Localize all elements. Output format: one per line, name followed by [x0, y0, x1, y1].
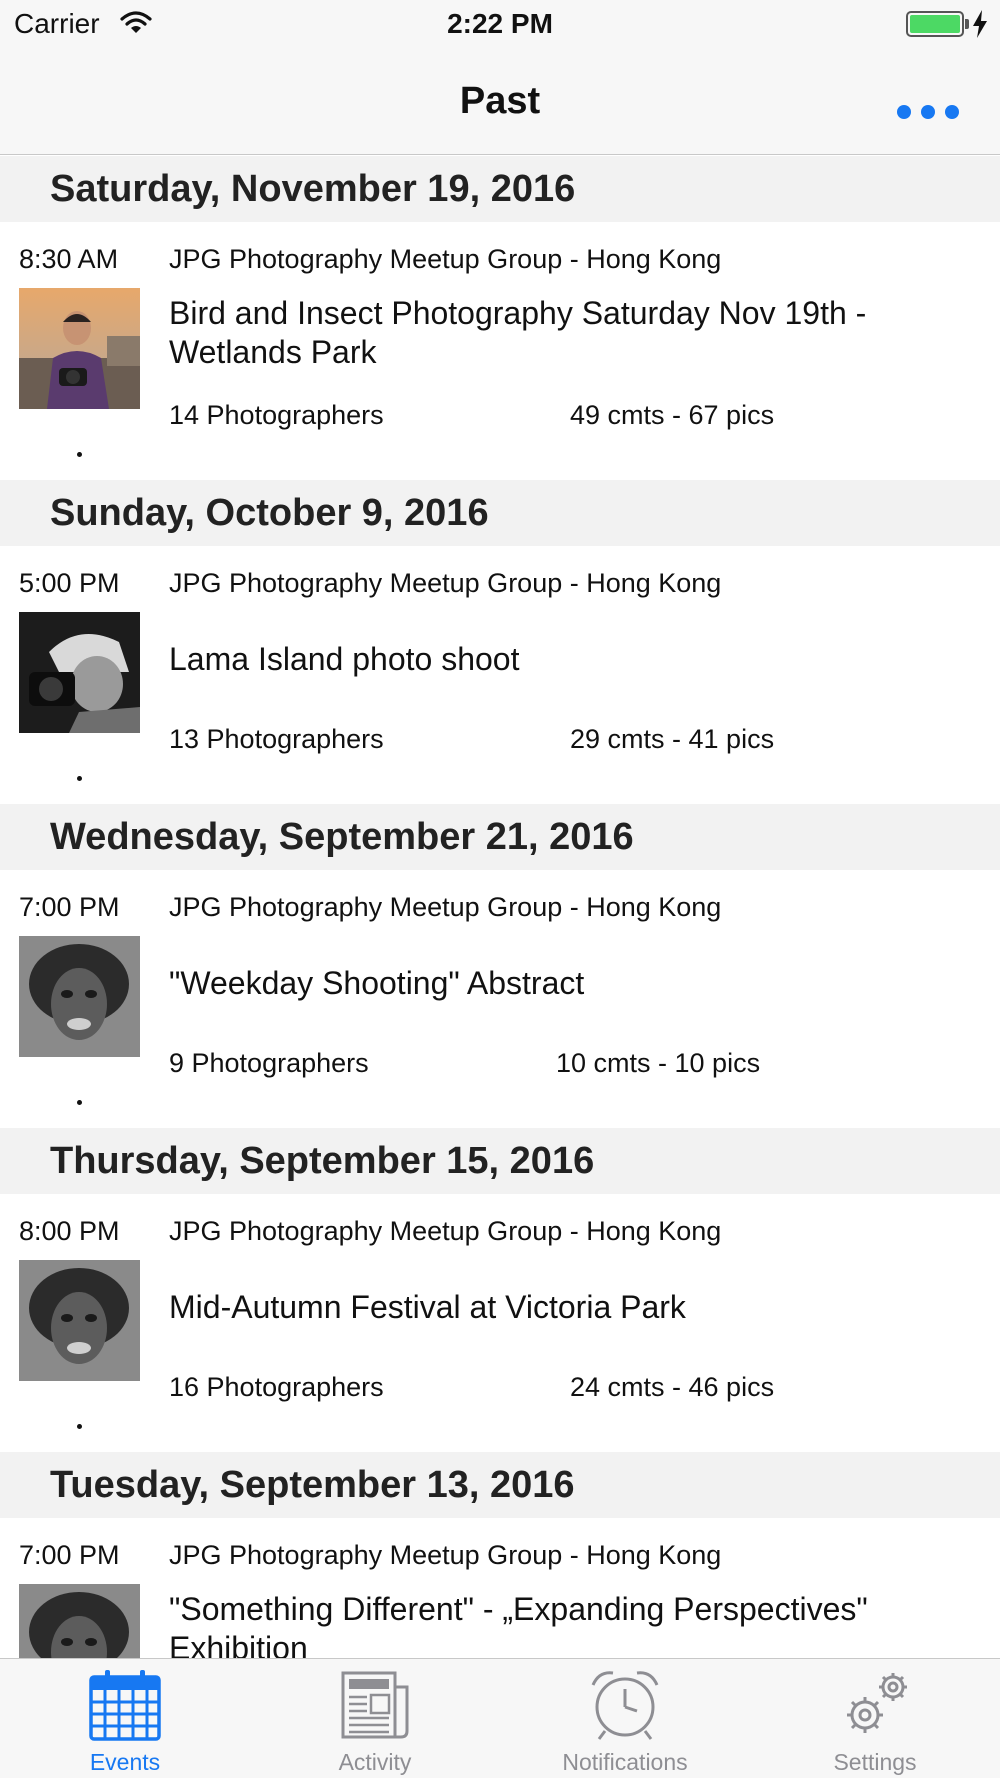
event-title: "Weekday Shooting" Abstract [169, 965, 585, 1001]
event-time: 5:00 PM [19, 568, 120, 598]
section-header-date: Thursday, September 15, 2016 [0, 1128, 1000, 1194]
row-dot [77, 1424, 82, 1429]
charging-bolt-icon [972, 10, 988, 43]
tab-label: Settings [833, 1749, 917, 1775]
tab-label: Activity [338, 1749, 412, 1775]
event-group: JPG Photography Meetup Group - Hong Kong [169, 1216, 722, 1246]
organizer-photo [19, 612, 140, 733]
event-title: Bird and Insect Photography Saturday Nov… [169, 295, 867, 370]
event-group: JPG Photography Meetup Group - Hong Kong [169, 568, 722, 598]
events-list[interactable]: Saturday, November 19, 2016 8:30 AM JPG … [0, 156, 1000, 1658]
row-dot [77, 452, 82, 457]
event-row[interactable]: 7:00 PM JPG Photography Meetup Group - H… [0, 1518, 1000, 1658]
organizer-photo [19, 1260, 140, 1381]
more-dot [945, 105, 959, 119]
status-bar: Carrier 2:22 PM [0, 0, 1000, 50]
event-time: 8:30 AM [19, 244, 119, 274]
photographers-count: 14 Photographers [169, 400, 384, 430]
event-stats: 10 cmts - 10 pics [556, 1048, 761, 1078]
event-time: 8:00 PM [19, 1216, 120, 1246]
row-dot [77, 1100, 82, 1105]
event-row[interactable]: 7:00 PM JPG Photography Meetup Group - H… [0, 870, 1000, 1128]
calendar-icon [89, 1670, 161, 1741]
page-title: Past [459, 80, 541, 122]
navigation-bar: Past [0, 50, 1000, 155]
event-stats: 29 cmts - 41 pics [570, 724, 775, 754]
event-group: JPG Photography Meetup Group - Hong Kong [169, 892, 722, 922]
status-time: 2:22 PM [447, 8, 553, 39]
section-header-date: Saturday, November 19, 2016 [0, 156, 1000, 222]
organizer-photo [19, 936, 140, 1057]
event-group: JPG Photography Meetup Group - Hong Kong [169, 1540, 722, 1570]
tab-events[interactable]: Events [0, 1659, 250, 1778]
battery-icon [906, 11, 964, 37]
photographers-count: 13 Photographers [169, 724, 384, 754]
battery-tip [965, 19, 969, 29]
organizer-photo [19, 288, 140, 409]
row-dot [77, 776, 82, 781]
more-dot [921, 105, 935, 119]
gears-icon [847, 1673, 907, 1733]
event-time: 7:00 PM [19, 1540, 120, 1570]
tab-label: Notifications [562, 1749, 688, 1775]
event-time: 7:00 PM [19, 892, 120, 922]
tab-settings[interactable]: Settings [750, 1659, 1000, 1778]
organizer-photo [19, 1584, 140, 1658]
event-row[interactable]: 8:30 AM JPG Photography Meetup Group - H… [0, 222, 1000, 480]
tab-activity[interactable]: Activity [250, 1659, 500, 1778]
event-group: JPG Photography Meetup Group - Hong Kong [169, 244, 722, 274]
event-title: Mid-Autumn Festival at Victoria Park [169, 1289, 686, 1325]
section-header-date: Tuesday, September 13, 2016 [0, 1452, 1000, 1518]
section-header-date: Sunday, October 9, 2016 [0, 480, 1000, 546]
event-title: Lama Island photo shoot [169, 641, 520, 677]
event-stats: 49 cmts - 67 pics [570, 400, 775, 430]
more-dots-icon [897, 105, 911, 119]
tab-label: Events [89, 1749, 161, 1775]
event-row[interactable]: 5:00 PM JPG Photography Meetup Group - H… [0, 546, 1000, 804]
section-header-date: Wednesday, September 21, 2016 [0, 804, 1000, 870]
alarm-clock-icon [591, 1671, 659, 1740]
more-options-button[interactable] [880, 92, 976, 132]
tab-bar: Events Activity Notifications Settings [0, 1658, 1000, 1778]
photographers-count: 9 Photographers [169, 1048, 369, 1078]
event-title: "Something Different" - „Expanding Persp… [169, 1591, 868, 1658]
newspaper-icon [341, 1671, 409, 1739]
event-row[interactable]: 8:00 PM JPG Photography Meetup Group - H… [0, 1194, 1000, 1452]
photographers-count: 16 Photographers [169, 1372, 384, 1402]
tab-notifications[interactable]: Notifications [500, 1659, 750, 1778]
event-stats: 24 cmts - 46 pics [570, 1372, 775, 1402]
